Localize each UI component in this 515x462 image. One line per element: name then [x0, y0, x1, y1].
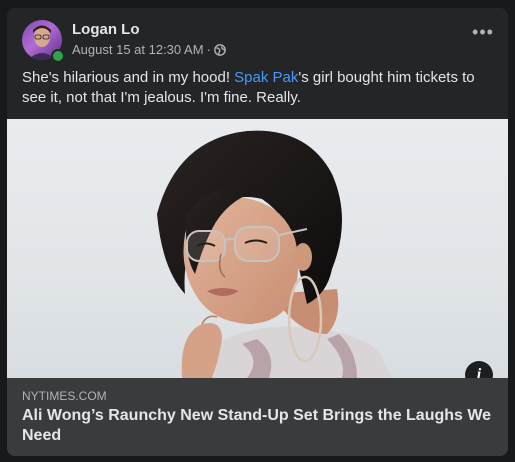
post-text-start: She's hilarious and in my hood!	[22, 69, 235, 86]
post-timestamp[interactable]: August 15 at 12:30 AM	[72, 42, 204, 57]
mention-link[interactable]: Spak Pak	[234, 69, 298, 86]
link-preview-image[interactable]	[7, 119, 508, 378]
post-card: Logan Lo August 15 at 12:30 AM · ••• She'…	[7, 8, 508, 456]
post-header: Logan Lo August 15 at 12:30 AM · •••	[22, 20, 497, 63]
author-name[interactable]: Logan Lo	[72, 21, 140, 38]
globe-icon[interactable]	[213, 44, 226, 56]
link-title[interactable]: Ali Wong’s Raunchy New Stand-Up Set Brin…	[22, 406, 492, 446]
more-options-button[interactable]: •••	[469, 23, 497, 48]
article-photo	[157, 130, 392, 378]
author-avatar-wrap[interactable]	[22, 20, 65, 63]
online-status-dot	[51, 49, 65, 63]
meta-separator: ·	[206, 42, 211, 57]
post-meta: August 15 at 12:30 AM ·	[72, 42, 226, 57]
post-text: She's hilarious and in my hood! Spak Pak…	[22, 68, 500, 108]
link-domain: NYTIMES.COM	[22, 389, 107, 403]
link-preview-box[interactable]: NYTIMES.COM Ali Wong’s Raunchy New Stand…	[7, 378, 508, 456]
